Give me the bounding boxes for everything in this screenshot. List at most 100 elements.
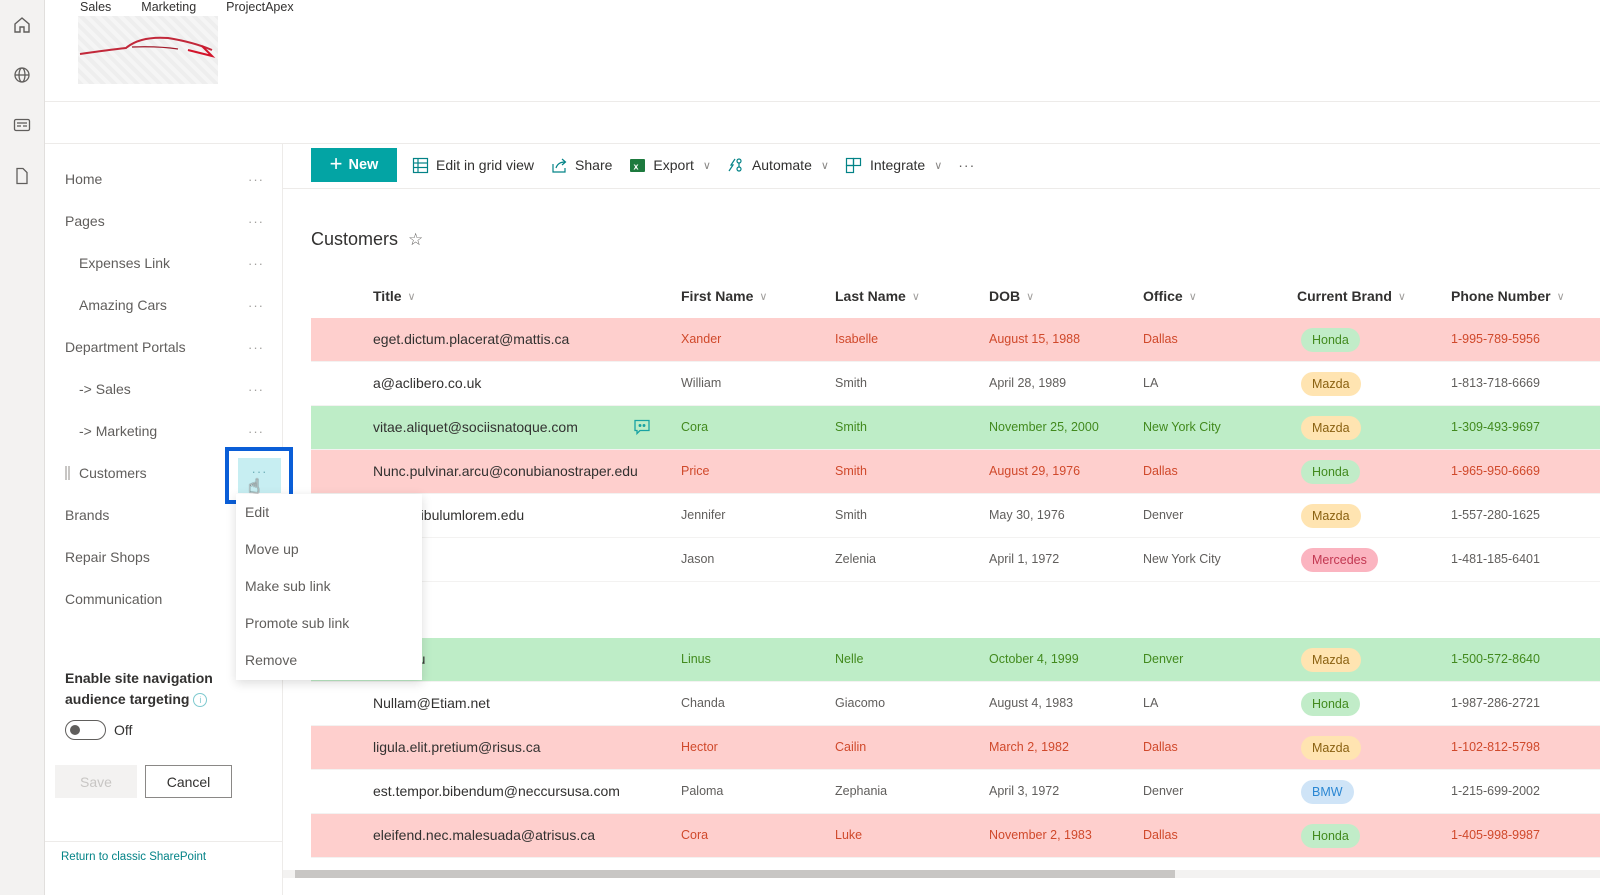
comment-icon[interactable] — [633, 418, 651, 436]
cell-title[interactable]: vitae.aliquet@sociisnatoque.com — [373, 419, 578, 435]
cell-title[interactable]: ligula.elit.pretium@risus.ca — [373, 739, 541, 755]
cell-phone-number: 1-309-493-9697 — [1451, 420, 1540, 434]
hub-nav-projectapex[interactable]: ProjectApex — [226, 0, 293, 14]
brand-badge: Honda — [1301, 692, 1360, 716]
cell-dob: October 4, 1999 — [989, 652, 1079, 666]
more-options-icon[interactable]: ··· — [248, 340, 264, 355]
chevron-down-icon: ∨ — [934, 159, 943, 172]
table-row[interactable]: Nunc.pulvinar.arcu@conubianostraper.edu P… — [311, 450, 1600, 494]
more-options-icon[interactable]: ··· — [248, 298, 264, 313]
menu-item-remove[interactable]: Remove — [245, 652, 297, 668]
cell-first-name: Cora — [681, 828, 709, 842]
column-header-current-brand[interactable]: Current Brand ∨ — [1297, 288, 1406, 304]
cell-title[interactable]: eleifend.nec.malesuada@atrisus.ca — [373, 827, 595, 843]
home-icon[interactable] — [11, 14, 33, 36]
nav-item-expenses-link[interactable]: Expenses Link ··· — [45, 243, 283, 283]
nav-item-home[interactable]: Home ··· — [45, 159, 283, 199]
audience-targeting-toggle[interactable] — [65, 720, 106, 740]
drag-handle-icon[interactable] — [65, 466, 70, 480]
cell-title[interactable]: Nullam@Etiam.net — [373, 695, 490, 711]
table-row[interactable]: on.comJasonZeleniaApril 1, 1972New York … — [311, 538, 1600, 582]
more-options-icon[interactable]: ··· — [248, 382, 264, 397]
grid-icon — [411, 156, 429, 174]
nav-item-label: -> Marketing — [79, 423, 158, 439]
nav-item-marketing[interactable]: -> Marketing ··· — [45, 411, 283, 451]
cell-title[interactable]: est.tempor.bibendum@neccursusa.com — [373, 783, 620, 799]
more-options-icon[interactable]: ··· — [248, 172, 264, 187]
more-options-icon[interactable]: ··· — [248, 256, 264, 271]
nav-item-label: -> Sales — [79, 381, 131, 397]
table-row[interactable]: e@vestibulumlorem.edu Jennifer Smith May 30… — [311, 494, 1600, 538]
horizontal-scrollbar[interactable] — [283, 870, 1600, 878]
menu-item-make-sub-link[interactable]: Make sub link — [245, 578, 331, 594]
more-commands-button[interactable]: ··· — [958, 157, 975, 173]
nav-item-department-portals[interactable]: Department Portals ··· — [45, 327, 283, 367]
more-options-icon[interactable]: ··· — [248, 214, 264, 229]
column-header-phone-number[interactable]: Phone Number ∨ — [1451, 288, 1565, 304]
automate-button[interactable]: Automate ∨ — [727, 156, 829, 174]
cell-phone-number: 1-215-699-2002 — [1451, 784, 1540, 798]
chevron-down-icon: ∨ — [1556, 290, 1565, 303]
brand-badge: BMW — [1301, 780, 1354, 804]
table-row[interactable]: ligula.elit.pretium@risus.ca Hector Cailin… — [311, 726, 1600, 770]
news-icon[interactable] — [11, 114, 33, 136]
cell-phone-number: 1-102-812-5798 — [1451, 740, 1540, 754]
column-header-dob[interactable]: DOB ∨ — [989, 288, 1034, 304]
table-row[interactable]: est.tempor.bibendum@neccursusa.com Paloma… — [311, 770, 1600, 814]
menu-item-edit[interactable]: Edit — [245, 504, 269, 520]
cell-dob: August 15, 1988 — [989, 332, 1081, 346]
edit-grid-view-button[interactable]: Edit in grid view — [411, 156, 534, 174]
table-row[interactable]: eleifend.nec.malesuada@atrisus.ca Cora Luk… — [311, 814, 1600, 858]
table-row[interactable]: vitae.aliquet@sociisnatoque.com Cora Smith… — [311, 406, 1600, 450]
globe-icon[interactable] — [11, 64, 33, 86]
brand-badge: Honda — [1301, 824, 1360, 848]
plus-icon: + — [329, 151, 343, 176]
column-header-title[interactable]: Title ∨ — [373, 288, 416, 304]
cell-dob: August 4, 1983 — [989, 696, 1074, 710]
integrate-button[interactable]: Integrate ∨ — [845, 156, 942, 174]
cell-title[interactable]: eget.dictum.placerat@mattis.ca — [373, 331, 569, 347]
nav-item-amazing-cars[interactable]: Amazing Cars ··· — [45, 285, 283, 325]
table-row[interactable]: Nullam@Etiam.net Chanda Giacomo August 4, 1… — [311, 682, 1600, 726]
hub-nav-marketing[interactable]: Marketing — [141, 0, 196, 14]
brand-badge: Mazda — [1301, 504, 1361, 528]
hub-nav-sales[interactable]: Sales — [80, 0, 111, 14]
export-button[interactable]: x Export ∨ — [628, 156, 711, 174]
favorite-star-icon[interactable]: ☆ — [408, 230, 423, 250]
column-header-first-name[interactable]: First Name ∨ — [681, 288, 767, 304]
nav-item-label: Customers — [79, 465, 147, 481]
cell-dob: May 30, 1976 — [989, 508, 1065, 522]
table-row[interactable]: a@aclibero.co.uk William Smith April 28, 19… — [311, 362, 1600, 406]
share-button[interactable]: Share — [550, 156, 612, 174]
document-icon[interactable] — [11, 165, 33, 187]
column-header-office[interactable]: Office ∨ — [1143, 288, 1197, 304]
cell-title[interactable]: Nunc.pulvinar.arcu@conubianostraper.edu — [373, 463, 638, 479]
menu-item-promote-sub-link[interactable]: Promote sub link — [245, 615, 349, 631]
table-row[interactable]: @in.eduLinusNelleOctober 4, 1999DenverMa… — [311, 638, 1600, 682]
list-header-row: Title ∨ First Name ∨ Last Name ∨ DOB ∨ Offic… — [311, 284, 1600, 310]
cell-phone-number: 1-813-718-6669 — [1451, 376, 1540, 390]
cancel-button[interactable]: Cancel — [145, 765, 232, 798]
return-to-classic-link[interactable]: Return to classic SharePoint — [61, 851, 206, 863]
scrollbar-thumb[interactable] — [295, 870, 1175, 878]
column-label: Title — [373, 288, 402, 304]
new-button[interactable]: + New — [311, 148, 397, 182]
nav-item-sales[interactable]: -> Sales ··· — [45, 369, 283, 409]
info-icon[interactable]: i — [193, 693, 208, 708]
cell-dob: November 2, 1983 — [989, 828, 1092, 842]
table-row[interactable]: eget.dictum.placerat@mattis.ca Xander Isab… — [311, 318, 1600, 362]
audience-targeting-text: Enable site navigation audience targetin… — [65, 670, 213, 707]
cell-last-name: Isabelle — [835, 332, 879, 346]
car-logo-icon — [79, 36, 216, 58]
nav-item-pages[interactable]: Pages ··· — [45, 201, 283, 241]
app-rail — [0, 0, 45, 895]
save-button[interactable]: Save — [55, 765, 137, 798]
cell-title[interactable]: a@aclibero.co.uk — [373, 375, 481, 391]
nav-item-label: Department Portals — [65, 339, 186, 355]
nav-context-menu: Edit Move up Make sub link Promote sub l… — [236, 494, 422, 680]
site-logo[interactable] — [78, 16, 218, 84]
more-options-icon[interactable]: ··· — [248, 424, 264, 439]
menu-item-move-up[interactable]: Move up — [245, 541, 299, 557]
column-header-last-name[interactable]: Last Name ∨ — [835, 288, 920, 304]
toggle-state-label: Off — [114, 722, 133, 738]
